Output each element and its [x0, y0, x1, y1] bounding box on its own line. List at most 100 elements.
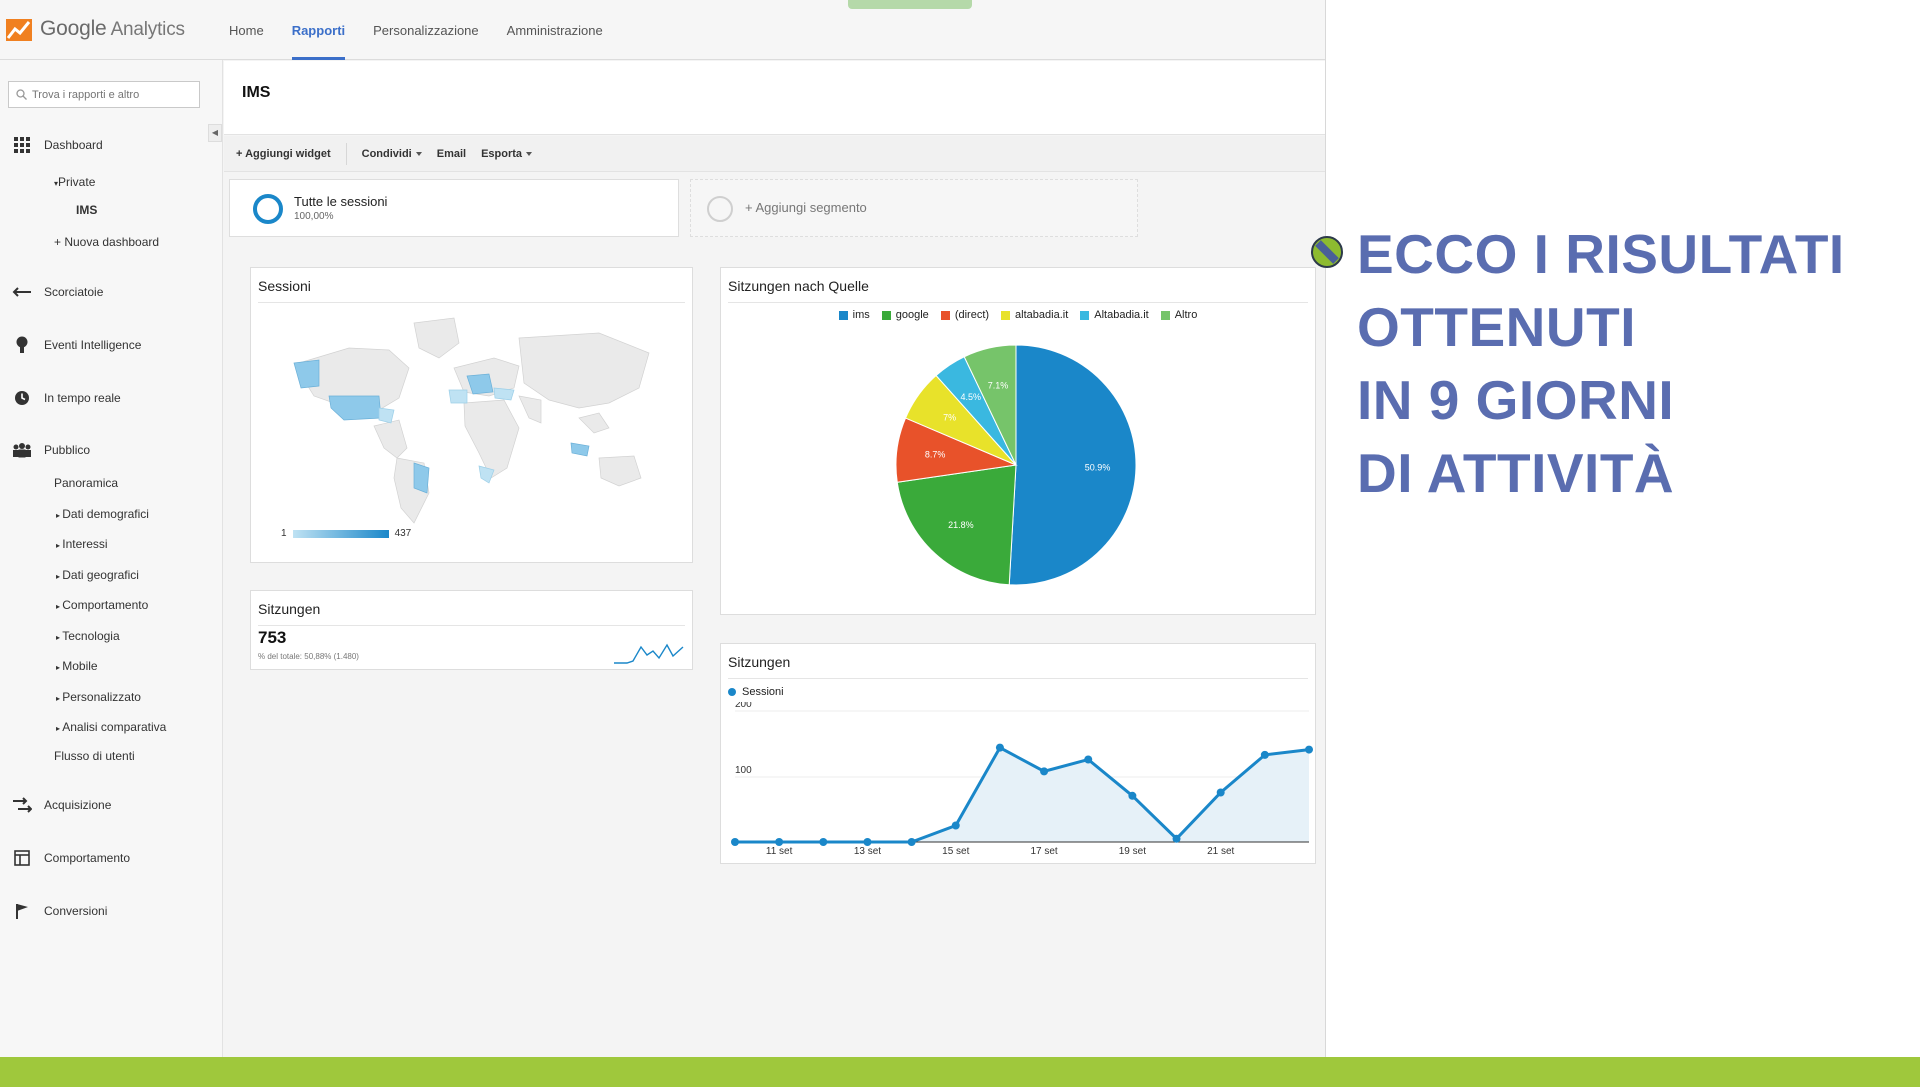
top-accent: [848, 0, 972, 9]
dashboard-toolbar: + Aggiungi widget Condividi Email Esport…: [224, 136, 1325, 172]
headline-line: OTTENUTI: [1357, 296, 1636, 358]
data-point[interactable]: [775, 838, 784, 846]
pie-legend: ims google (direct) altabadia.it Altabadia.i…: [721, 309, 1315, 321]
page-title: IMS: [242, 84, 271, 101]
nav-home[interactable]: Home: [229, 0, 264, 60]
pie-slice[interactable]: [1008, 344, 1137, 586]
sidebar-item-shortcuts[interactable]: Scorciatoie: [12, 282, 103, 302]
logo-analytics: Analytics: [110, 19, 185, 40]
share-button[interactable]: Condividi: [362, 148, 422, 160]
world-map: [293, 317, 650, 524]
sidebar: ◀ Dashboard ▾Private IMS + Nuova dashboa…: [0, 60, 223, 1057]
map-legend: 1 437: [281, 528, 411, 539]
data-point[interactable]: [951, 821, 960, 830]
clock-icon: [12, 388, 32, 408]
add-segment-button[interactable]: + Aggiungi segmento: [690, 179, 1138, 237]
add-segment-label: + Aggiungi segmento: [745, 200, 867, 215]
headline-line: DI ATTIVITÀ: [1357, 442, 1675, 504]
bottom-bar: [0, 1057, 1920, 1087]
sessions-subtext: % del totale: 50,88% (1.480): [258, 652, 359, 661]
data-point[interactable]: [1084, 755, 1093, 764]
pie-slice-label: 7%: [943, 412, 956, 422]
export-button[interactable]: Esporta: [481, 148, 533, 160]
empty-ring-icon: [707, 196, 733, 222]
sidebar-item-ims[interactable]: IMS: [76, 203, 97, 217]
headline-line: IN 9 GIORNI: [1357, 369, 1675, 431]
sidebar-item-dashboard[interactable]: Dashboard: [12, 135, 103, 155]
sidebar-item-demographics[interactable]: ▸ Dati demografici: [56, 507, 149, 521]
sidebar-item-users-flow[interactable]: Flusso di utenti: [54, 749, 135, 763]
data-point[interactable]: [731, 838, 739, 846]
pie-chart: 50.9% 21.8% 8.7% 7% 4.5% 7.1%: [895, 344, 1137, 586]
lightbulb-icon: [12, 335, 32, 355]
sessions-sparkline: [614, 643, 684, 664]
sidebar-item-private[interactable]: ▾Private: [54, 175, 95, 189]
x-tick-label: 21 set: [1207, 846, 1234, 857]
data-point[interactable]: [1260, 750, 1269, 759]
top-bar: Google Analytics Home Rapporti Personali…: [0, 0, 1325, 60]
data-point[interactable]: [1040, 767, 1049, 776]
sidebar-item-conversions[interactable]: Conversioni: [12, 901, 107, 921]
acquisition-arrows-icon: [12, 795, 32, 815]
legend-label: (direct): [954, 309, 990, 321]
segment-ring-icon: [253, 194, 283, 224]
sidebar-item-technology[interactable]: ▸ Tecnologia: [56, 629, 120, 643]
data-point[interactable]: [819, 838, 828, 846]
analytics-logo-icon: [6, 19, 32, 41]
sidebar-item-overview[interactable]: Panoramica: [54, 476, 118, 490]
ga-logo[interactable]: Google Analytics: [6, 16, 185, 42]
report-search[interactable]: [8, 81, 200, 108]
sidebar-item-acquisition[interactable]: Acquisizione: [12, 795, 111, 815]
x-tick-label: 17 set: [1030, 846, 1057, 857]
sidebar-item-interests[interactable]: ▸ Interessi: [56, 537, 108, 551]
widget-title: Sitzungen nach Quelle: [728, 278, 869, 294]
x-tick-label: 11 set: [766, 846, 793, 857]
legend-swatch: [1001, 310, 1011, 320]
sidebar-item-audience[interactable]: Pubblico: [12, 440, 90, 460]
sidebar-item-benchmarking[interactable]: ▸ Analisi comparativa: [56, 720, 166, 734]
google-analytics-window: Google Analytics Home Rapporti Personali…: [0, 0, 1326, 1057]
search-input[interactable]: [32, 88, 192, 101]
pie-legend-item: Altro: [1160, 309, 1197, 321]
segment-all-sessions[interactable]: Tutte le sessioni 100,00%: [229, 179, 679, 237]
sidebar-item-intelligence[interactable]: Eventi Intelligence: [12, 335, 141, 355]
legend-swatch: [881, 310, 891, 320]
nav-reports[interactable]: Rapporti: [291, 0, 346, 60]
sidebar-item-geo[interactable]: ▸ Dati geografici: [56, 568, 139, 582]
pie-legend-item: Altabadia.it: [1080, 309, 1149, 321]
y-tick-label: 200: [735, 702, 752, 710]
widget-divider: [728, 678, 1308, 679]
sidebar-item-mobile[interactable]: ▸ Mobile: [56, 659, 98, 673]
sidebar-item-behavior[interactable]: Comportamento: [12, 848, 130, 868]
pie-legend-item: ims: [838, 309, 870, 321]
data-point[interactable]: [1305, 745, 1313, 754]
collapse-sidebar-button[interactable]: ◀: [208, 124, 222, 142]
data-point[interactable]: [1128, 791, 1137, 800]
legend-label: Altabadia.it: [1094, 309, 1149, 321]
sidebar-item-custom[interactable]: ▸ Personalizzato: [56, 690, 141, 704]
sidebar-item-behavior-sub[interactable]: ▸ Comportamento: [56, 598, 148, 612]
data-point[interactable]: [1172, 834, 1181, 843]
people-icon: [12, 440, 32, 460]
caret-down-icon: [526, 151, 533, 156]
add-widget-button[interactable]: + Aggiungi widget: [236, 148, 331, 160]
pie-slice-label: 4.5%: [961, 392, 982, 402]
map-widget: Sessioni 1 437: [250, 267, 693, 563]
email-button[interactable]: Email: [437, 148, 466, 160]
data-point[interactable]: [863, 838, 872, 846]
nav-customization[interactable]: Personalizzazione: [373, 0, 479, 60]
sidebar-item-new-dashboard[interactable]: + Nuova dashboard: [54, 235, 159, 249]
data-point[interactable]: [907, 838, 916, 846]
data-point[interactable]: [995, 743, 1004, 752]
data-point[interactable]: [1216, 788, 1225, 797]
headline: ECCO I RISULTATI OTTENUTI IN 9 GIORNI DI…: [1357, 218, 1845, 510]
flag-icon: [12, 901, 32, 921]
segment-name: Tutte le sessioni: [294, 194, 388, 209]
sidebar-item-realtime[interactable]: In tempo reale: [12, 388, 121, 408]
nav-admin[interactable]: Amministrazione: [507, 0, 603, 60]
grid-icon: [12, 135, 32, 155]
legend-dot: [728, 688, 736, 696]
pie-legend-item: (direct): [940, 309, 990, 321]
widget-title: Sitzungen: [728, 654, 791, 670]
widget-divider: [258, 302, 685, 303]
